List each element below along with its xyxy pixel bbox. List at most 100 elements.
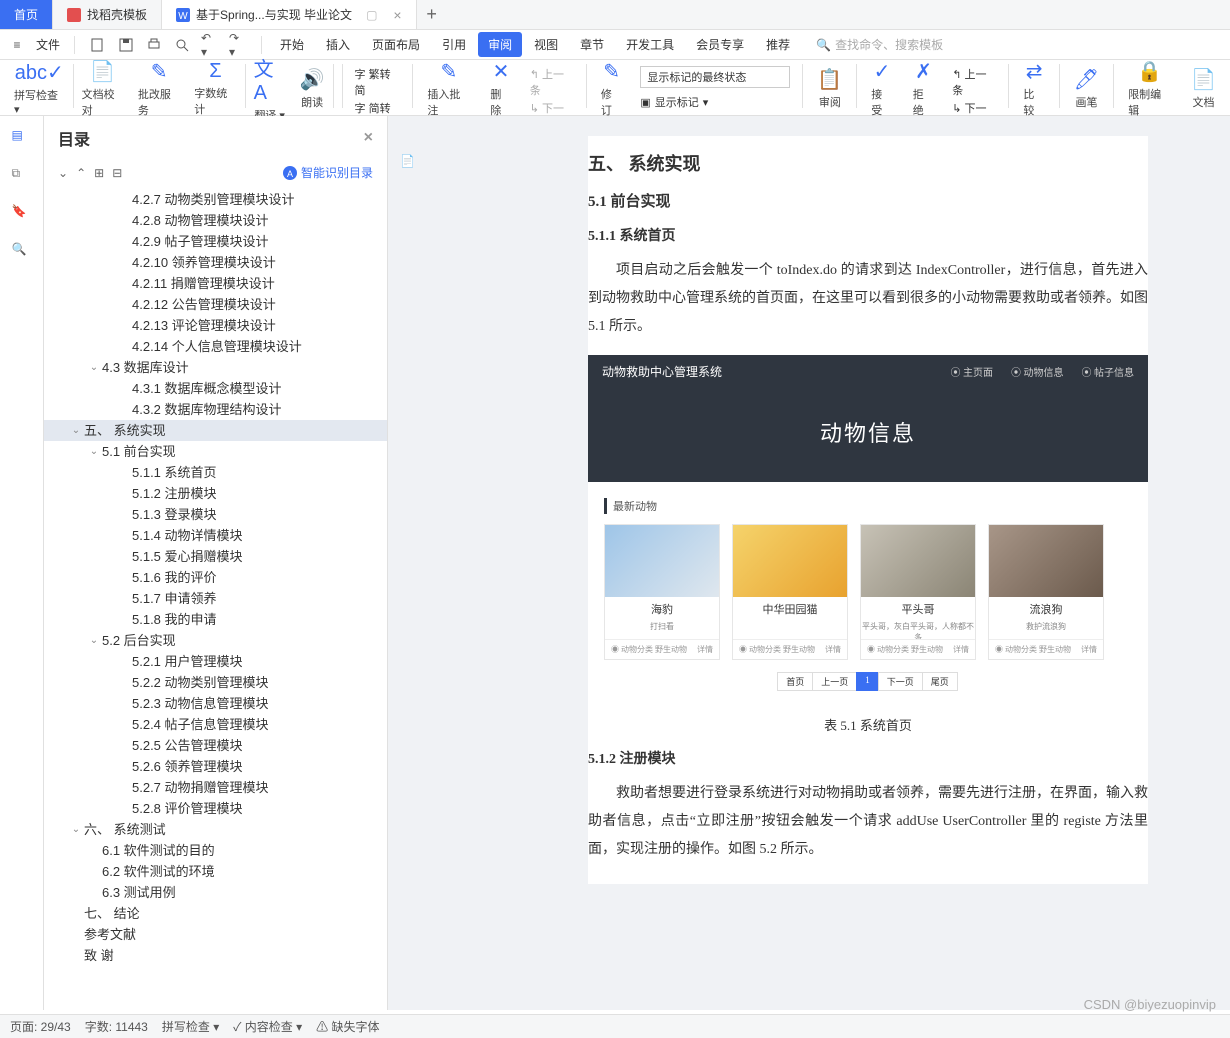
search-icon[interactable]: 🔍	[12, 242, 32, 262]
ribbon-字数统计[interactable]: Σ字数统计	[188, 64, 242, 112]
fig-hero: 动物信息	[588, 388, 1148, 482]
revise-button[interactable]: ✎修订	[595, 64, 628, 112]
ai-outline-button[interactable]: A 智能识别目录	[283, 164, 373, 181]
ribbon-文档校对[interactable]: 📄文档校对	[76, 64, 130, 112]
toc-item[interactable]: 参考文献	[44, 924, 387, 945]
toc-item[interactable]: 5.2.6 领养管理模块	[44, 756, 387, 777]
toc-item[interactable]: 4.2.7 动物类别管理模块设计	[44, 189, 387, 210]
menu-审阅[interactable]: 审阅	[478, 32, 522, 57]
missing-font-status[interactable]: ⚠ 缺失字体	[316, 1018, 379, 1035]
close-panel-icon[interactable]: ×	[364, 129, 373, 147]
toc-item[interactable]: 5.2.4 帖子信息管理模块	[44, 714, 387, 735]
toc-item[interactable]: ⌄4.3 数据库设计	[44, 357, 387, 378]
toc-item[interactable]: 4.2.13 评论管理模块设计	[44, 315, 387, 336]
doc-label-button[interactable]: 📄文档	[1185, 64, 1222, 112]
toc-item[interactable]: 5.1.8 我的申请	[44, 609, 387, 630]
tab-option-icon[interactable]: ▢	[366, 8, 377, 22]
prev-comment-button[interactable]: ↰ 上一条	[530, 66, 574, 98]
compare-button[interactable]: ⇄比较	[1017, 64, 1050, 112]
menu-会员专享[interactable]: 会员专享	[686, 32, 754, 57]
toc-item[interactable]: 4.2.8 动物管理模块设计	[44, 210, 387, 231]
toc-item[interactable]: 5.1.4 动物详情模块	[44, 525, 387, 546]
toc-item[interactable]: ⌄5.2 后台实现	[44, 630, 387, 651]
toc-item[interactable]: 5.1.6 我的评价	[44, 567, 387, 588]
menu-视图[interactable]: 视图	[524, 32, 568, 57]
toc-item[interactable]: 5.1.2 注册模块	[44, 483, 387, 504]
toc-item[interactable]: 5.1.7 申请领养	[44, 588, 387, 609]
toc-item[interactable]: 5.2.1 用户管理模块	[44, 651, 387, 672]
nav-icon[interactable]: ⧉	[12, 166, 32, 186]
pen-button[interactable]: 🖊画笔	[1068, 64, 1105, 112]
toc-item[interactable]: 5.1.1 系统首页	[44, 462, 387, 483]
toc-item[interactable]: 5.2.3 动物信息管理模块	[44, 693, 387, 714]
tab-home[interactable]: 首页	[0, 0, 53, 29]
menu-插入[interactable]: 插入	[316, 32, 360, 57]
menu-页面布局[interactable]: 页面布局	[362, 32, 430, 57]
toc-item[interactable]: 4.2.10 领养管理模块设计	[44, 252, 387, 273]
toc-item[interactable]: 5.2.2 动物类别管理模块	[44, 672, 387, 693]
outline-icon[interactable]: ▤	[12, 128, 32, 148]
toc-item[interactable]: 6.2 软件测试的环境	[44, 861, 387, 882]
ribbon-拼写检查[interactable]: abc✓拼写检查 ▾	[8, 64, 71, 112]
toc-item[interactable]: 致 谢	[44, 945, 387, 966]
word-count[interactable]: 字数: 11443	[85, 1018, 148, 1035]
ribbon-批改服务[interactable]: ✎批改服务	[132, 64, 186, 112]
menu-引用[interactable]: 引用	[432, 32, 476, 57]
review-button[interactable]: 📋审阅	[811, 64, 848, 112]
spell-check-status[interactable]: 拼写检查 ▾	[162, 1018, 219, 1035]
toc-item[interactable]: ⌄5.1 前台实现	[44, 441, 387, 462]
tab-document[interactable]: W 基于Spring...与实现 毕业论文 ▢ ×	[162, 0, 417, 29]
expand-icon[interactable]: ⊞	[94, 166, 104, 180]
prev-revision-button[interactable]: ↰ 上一条	[952, 66, 996, 98]
toc-item[interactable]: 5.2.8 评价管理模块	[44, 798, 387, 819]
preview-icon[interactable]	[173, 36, 191, 54]
undo-icon[interactable]: ↶ ▾	[201, 36, 219, 54]
toc-item[interactable]: 4.3.1 数据库概念模型设计	[44, 378, 387, 399]
fig-nav-item: ⦿ 动物信息	[1011, 364, 1064, 379]
collapse-icon[interactable]: ⌃	[76, 166, 86, 180]
track-display-combo[interactable]: 显示标记的最终状态	[640, 66, 790, 88]
ribbon-翻译[interactable]: 文A翻译 ▾	[248, 64, 292, 112]
save-icon[interactable]	[117, 36, 135, 54]
toc-item[interactable]: 4.2.9 帖子管理模块设计	[44, 231, 387, 252]
zh-s2t-button[interactable]: 字 繁转简	[355, 66, 401, 98]
toc-item[interactable]: 6.1 软件测试的目的	[44, 840, 387, 861]
page-indicator[interactable]: 页面: 29/43	[10, 1018, 71, 1035]
toc-item[interactable]: 4.3.2 数据库物理结构设计	[44, 399, 387, 420]
menu-推荐[interactable]: 推荐	[756, 32, 800, 57]
restrict-edit-button[interactable]: 🔒限制编辑	[1122, 64, 1177, 112]
toc-item[interactable]: 4.2.11 捐赠管理模块设计	[44, 273, 387, 294]
delete-comment-button[interactable]: ✕删除	[484, 64, 517, 112]
hamburger-icon[interactable]: ≡	[8, 36, 26, 54]
menu-开发工具[interactable]: 开发工具	[616, 32, 684, 57]
insert-comment-button[interactable]: ✎插入批注	[421, 64, 476, 112]
menu-章节[interactable]: 章节	[570, 32, 614, 57]
new-icon[interactable]	[89, 36, 107, 54]
reject-button[interactable]: ✗拒绝	[907, 64, 940, 112]
accept-button[interactable]: ✓接受	[865, 64, 898, 112]
new-tab-button[interactable]: +	[417, 0, 447, 29]
content-check-status[interactable]: ✓ 内容检查 ▾	[233, 1018, 302, 1035]
tab-template[interactable]: 找稻壳模板	[53, 0, 162, 29]
close-tab-icon[interactable]: ×	[393, 7, 401, 23]
toc-item[interactable]: 4.2.14 个人信息管理模块设计	[44, 336, 387, 357]
toc-item[interactable]: 5.1.5 爱心捐赠模块	[44, 546, 387, 567]
fold-icon[interactable]: ⊟	[112, 166, 122, 180]
file-menu[interactable]: 文件	[36, 36, 60, 53]
bookmark-icon[interactable]: 🔖	[12, 204, 32, 224]
toc-item[interactable]: 5.2.5 公告管理模块	[44, 735, 387, 756]
document-area[interactable]: 📄 五、 系统实现 5.1 前台实现 5.1.1 系统首页 项目启动之后会触发一…	[388, 116, 1230, 1010]
toc-item[interactable]: ⌄六、 系统测试	[44, 819, 387, 840]
collapse-sections-icon[interactable]: ⌄	[58, 166, 68, 180]
redo-icon[interactable]: ↷ ▾	[229, 36, 247, 54]
toc-item[interactable]: 4.2.12 公告管理模块设计	[44, 294, 387, 315]
show-marks-toggle[interactable]: ▣ 显示标记 ▾	[640, 94, 790, 110]
toc-item[interactable]: 七、 结论	[44, 903, 387, 924]
toc-item[interactable]: 5.2.7 动物捐赠管理模块	[44, 777, 387, 798]
toc-item[interactable]: ⌄五、 系统实现	[44, 420, 387, 441]
toc-item[interactable]: 5.1.3 登录模块	[44, 504, 387, 525]
print-icon[interactable]	[145, 36, 163, 54]
ribbon-朗读[interactable]: 🔊朗读	[294, 64, 331, 112]
command-search[interactable]: 🔍 查找命令、搜索模板	[816, 36, 943, 53]
toc-item[interactable]: 6.3 测试用例	[44, 882, 387, 903]
